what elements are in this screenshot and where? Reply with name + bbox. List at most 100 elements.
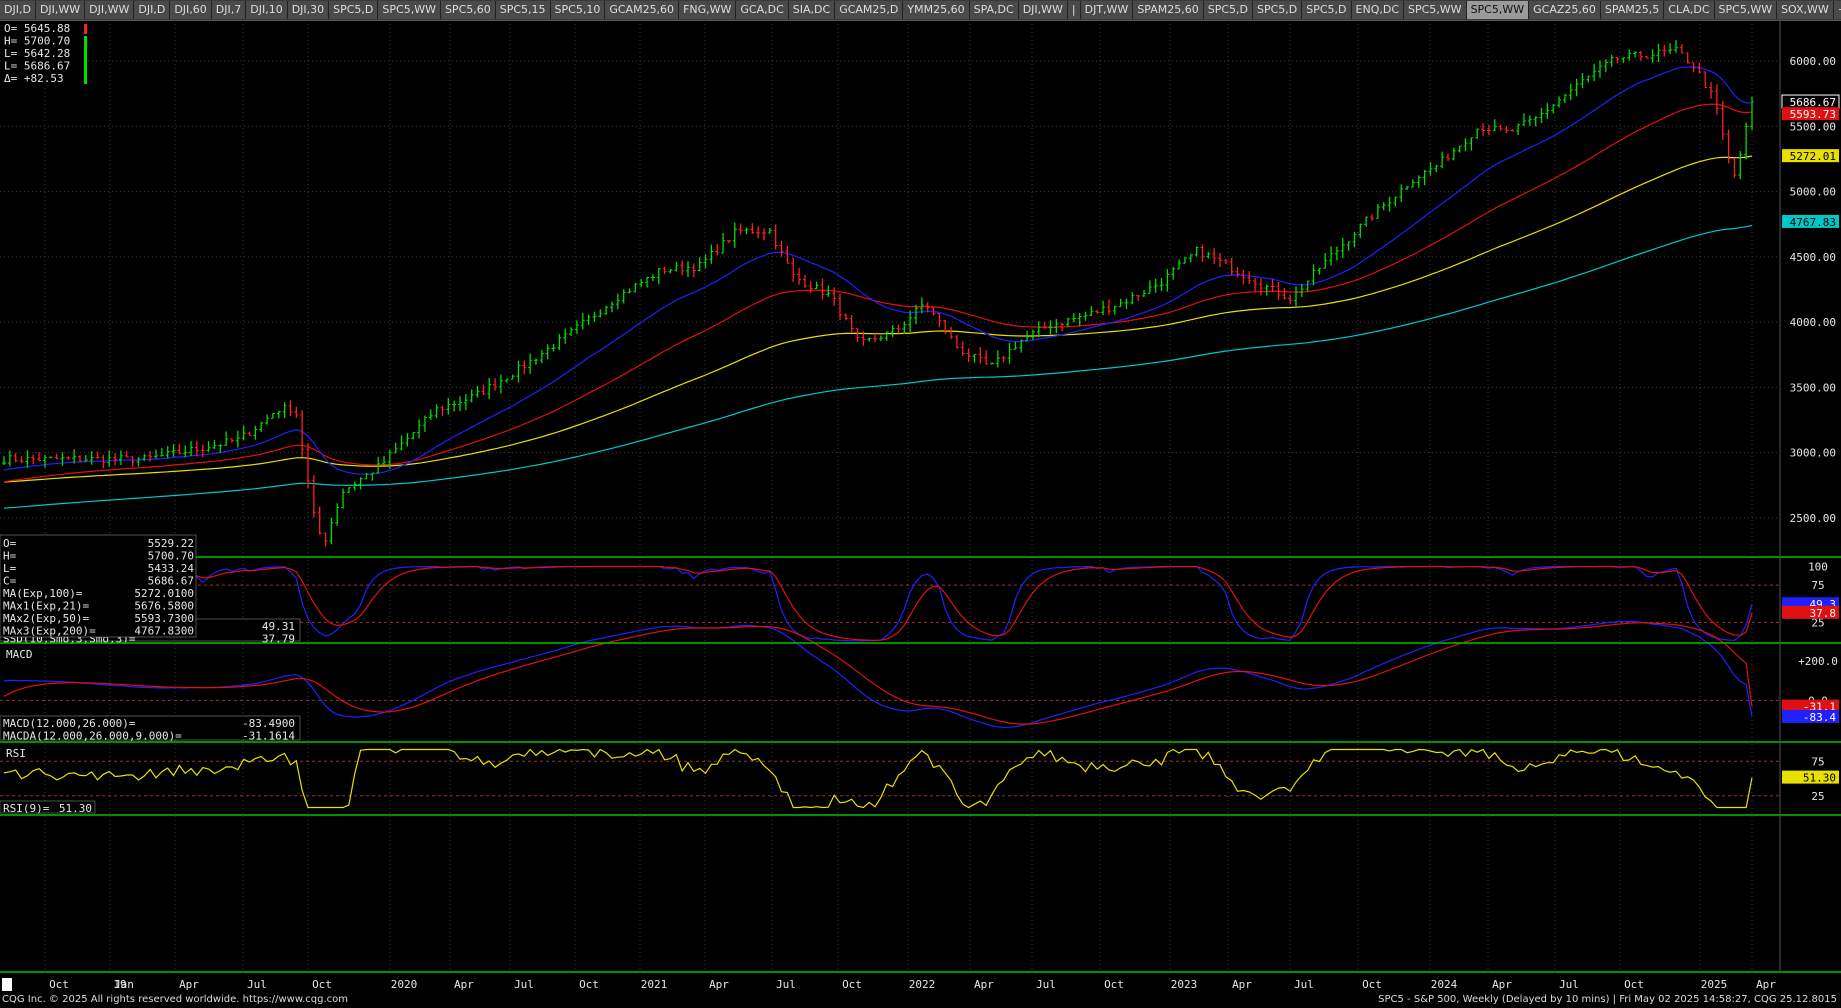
chart-tab[interactable]: GCA,DC	[736, 1, 789, 19]
chart-tab[interactable]: GCAM25,D	[835, 1, 904, 19]
labels: O= 5645.88H= 5700.70L= 5642.28L= 5686.67…	[0, 22, 197, 638]
price-axis-label: 3000.00	[1790, 447, 1836, 460]
chart-tab[interactable]: CLA,DC	[1664, 1, 1715, 19]
price-tag-label: 5272.01	[1790, 150, 1836, 163]
chart-tab[interactable]: |	[1067, 1, 1081, 19]
chart-tab[interactable]: SPAM25,60	[1133, 1, 1204, 19]
time-axis-label: Apr	[1756, 978, 1776, 991]
time-axis-label: Oct	[1104, 978, 1124, 991]
chart-tab[interactable]: FNG,WW	[679, 1, 737, 19]
chart-tab[interactable]: SPC5,D	[1302, 1, 1352, 19]
time-axis-label: Oct	[49, 978, 69, 991]
cursor-field-value: 5686.67	[148, 575, 194, 588]
ohlc-indicator	[84, 36, 87, 84]
price-axis-label: 4500.00	[1790, 251, 1836, 264]
oscillator-legend-value: 49.31	[262, 620, 295, 633]
price-tag-label: 5686.67	[1790, 96, 1836, 109]
oscillator-legend-label: MACD(12.000,26.000)=	[3, 717, 136, 730]
ohlc-value: Δ= +82.53	[4, 72, 64, 85]
chart-tab[interactable]: SPA,DC	[969, 1, 1019, 19]
rsi-line	[3, 748, 1753, 809]
time-axis-label: Jul	[1294, 978, 1314, 991]
chart-grid	[0, 20, 1780, 972]
chart-tab[interactable]: SOX,WW	[1777, 1, 1834, 19]
cursor-field-label: MA(Exp,100)=	[3, 587, 83, 600]
time-axis-label: Jul	[514, 978, 534, 991]
cursor-field-label: L=	[3, 562, 17, 575]
oscillator-legend-label: RSI(9)=	[3, 802, 50, 815]
cursor-field-label: C=	[3, 575, 17, 588]
cursor-field-value: 5529.22	[148, 537, 194, 550]
chart-tab[interactable]: SIA,DC	[788, 1, 836, 19]
chart-tab[interactable]: GCAZ25,60	[1529, 1, 1601, 19]
chart-tab[interactable]: DJI,D	[0, 1, 36, 19]
chart-tab[interactable]: SPC5,D	[329, 1, 379, 19]
price-axis-label: 5500.00	[1790, 120, 1836, 133]
ma200-line	[3, 224, 1753, 509]
time-axis-label: Oct	[312, 978, 332, 991]
chart-tab[interactable]: YMM25,60	[903, 1, 970, 19]
chart-canvas[interactable]: SStoch100752549.337.8SSK(10,Smo,3)=49.31…	[0, 20, 1841, 993]
ma100-line	[3, 155, 1753, 483]
copyright-text: CQG Inc. © 2025 All rights reserved worl…	[2, 994, 349, 1005]
oscillator-axis-label: 100	[1808, 560, 1828, 573]
price-tag-label: 5593.73	[1790, 108, 1836, 121]
oscillator-tag: 51.30	[1803, 772, 1836, 785]
ema200-path	[3, 224, 1753, 509]
time-axis-label: Jul	[247, 978, 267, 991]
chart-tab[interactable]: DJI,WW	[85, 1, 135, 19]
chart-tab[interactable]: DJI,WW	[1018, 1, 1068, 19]
chart-tab[interactable]: DJI,10	[246, 1, 288, 19]
time-axis-label: Jul	[1036, 978, 1056, 991]
time-axis-label: Apr	[454, 978, 474, 991]
cursor-field-label: O=	[3, 537, 17, 550]
time-axis-label: 2023	[1171, 978, 1198, 991]
chart-tab[interactable]: SPC5,D	[1203, 1, 1253, 19]
chart-tab[interactable]: SPC5,D	[1253, 1, 1303, 19]
time-axis-bg	[0, 975, 1780, 993]
chart-tab[interactable]: DJI,30	[287, 1, 330, 19]
price-axis-label: 3500.00	[1790, 381, 1836, 394]
oscillator-axis-label: 75	[1811, 579, 1824, 592]
chart-tab[interactable]: SPC5,10	[550, 1, 606, 19]
cursor-field-value: 5700.70	[148, 550, 194, 563]
cursor-field-value: 5676.5800	[134, 600, 194, 613]
time-axis-label: 2022	[909, 978, 936, 991]
oscillator-tag: 37.8	[1810, 607, 1837, 620]
symbol-status-text: SPC5 - S&P 500, Weekly (Delayed by 10 mi…	[1378, 994, 1837, 1005]
chart-tab[interactable]: SPC5,WW	[1404, 1, 1467, 19]
price-bars	[2, 40, 1754, 547]
time-axis-label: 2020	[391, 978, 418, 991]
chart-tab[interactable]: ENQ,DC	[1351, 1, 1405, 19]
price-axis-label: 6000.00	[1790, 55, 1836, 68]
stoch-pane: SStoch100752549.337.8SSK(10,Smo,3)=49.31…	[0, 560, 1839, 646]
chart-tab[interactable]: SPAM25,5	[1600, 1, 1665, 19]
chart-tab[interactable]: GCAM25,60	[605, 1, 680, 19]
price-axis-label: 5000.00	[1790, 186, 1836, 199]
pane-title: RSI	[6, 747, 26, 760]
time-axis-label: Apr	[1232, 978, 1252, 991]
oscillator-axis-label: +200.0	[1798, 655, 1838, 668]
chart-tab[interactable]: DJI,60	[170, 1, 212, 19]
oscillator-axis-label: 75	[1811, 755, 1824, 768]
cursor-field-label: H=	[3, 550, 17, 563]
oscillator-tag: -83.4	[1803, 711, 1836, 724]
rsi-pane: RSI 75 25 51.30 RSI(9)= 51.30	[0, 747, 1839, 815]
chart-tab[interactable]: DJI,7	[211, 1, 247, 19]
chart-tab[interactable]: DJT,WW	[1080, 1, 1134, 19]
chart-tab[interactable]: SPC5,WW	[378, 1, 441, 19]
chart-tab[interactable]: SPC5,WW	[1466, 1, 1530, 19]
time-axis-scroll-handle	[2, 978, 12, 991]
chart-tab[interactable]: SPC5,WW	[1714, 1, 1778, 19]
chart-tab[interactable]: SPC5,15	[495, 1, 551, 19]
chart-tab[interactable]: SPC5,60	[440, 1, 496, 19]
time-axis-label: Apr	[179, 978, 199, 991]
chart-tab[interactable]: DJI,D	[134, 1, 171, 19]
chart-tab[interactable]: +	[1833, 1, 1841, 19]
cursor-field-value: 4767.8300	[134, 625, 194, 638]
chart-tab[interactable]: DJI,WW	[35, 1, 86, 19]
cursor-field-label: MAx1(Exp,21)=	[3, 600, 89, 613]
ohlc-value: L= 5642.28	[4, 47, 70, 60]
ma50-line	[3, 103, 1753, 483]
time-axis-label: 2025	[1701, 978, 1728, 991]
